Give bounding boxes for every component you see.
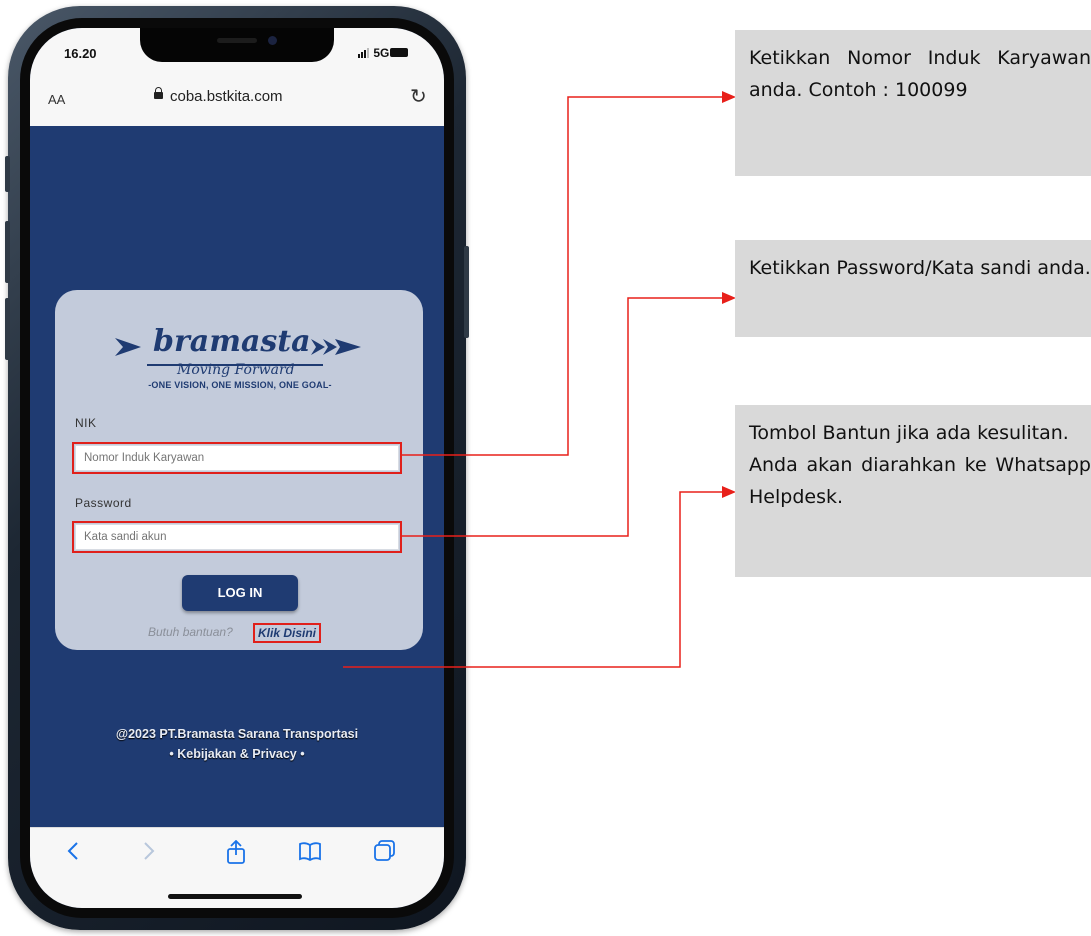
help-note: Tombol Bantun jika ada kesulitan. Anda a… (735, 405, 1091, 577)
nik-note: Ketikkan Nomor Induk Karyawan anda. Cont… (735, 30, 1091, 176)
callout-arrow-nik (722, 91, 736, 103)
front-camera (268, 36, 277, 45)
help-note-text-2: Anda akan diarahkan ke Whatsapp Helpdesk… (749, 454, 1091, 508)
callout-arrow-password (722, 292, 736, 304)
nik-note-text: Ketikkan Nomor Induk Karyawan anda. Cont… (749, 47, 1091, 101)
password-note-text: Ketikkan Password/Kata sandi anda. (749, 257, 1091, 279)
callout-arrow-help (722, 486, 736, 498)
callout-line-nik (402, 96, 726, 456)
notch (140, 28, 334, 62)
callout-line-help (343, 491, 726, 668)
callout-line-password (402, 297, 726, 537)
help-note-text-1: Tombol Bantun jika ada kesulitan. (749, 422, 1069, 444)
speaker (217, 38, 257, 43)
password-note: Ketikkan Password/Kata sandi anda. (735, 240, 1091, 337)
